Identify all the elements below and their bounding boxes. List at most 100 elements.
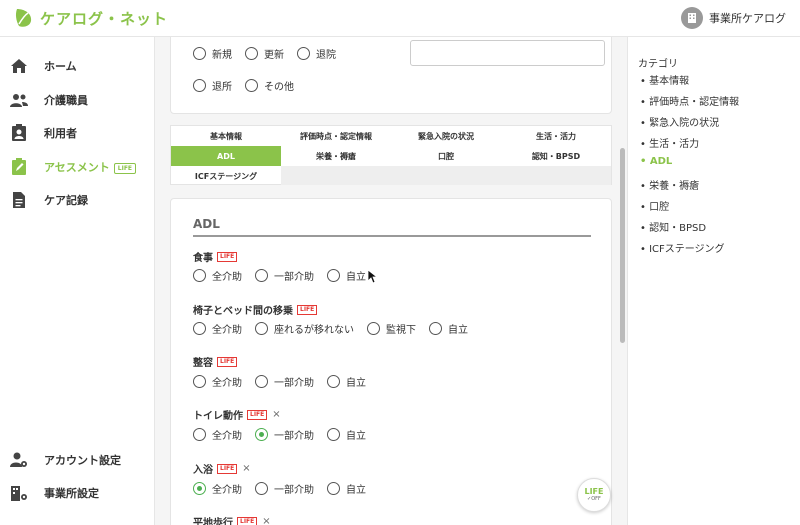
account-settings-icon [10, 452, 27, 467]
sidebar-item-account-settings[interactable]: アカウント設定 [0, 446, 155, 474]
tab-cognition[interactable]: 認知・BPSD [501, 146, 611, 166]
radio-circle[interactable] [327, 375, 340, 388]
reason-text-input[interactable] [410, 40, 605, 66]
radio-option[interactable]: 全介助 [193, 268, 242, 283]
radio-circle[interactable] [297, 47, 310, 60]
reason-radio-row-2: 退所 その他 [193, 78, 307, 93]
sidebar-item-care-records[interactable]: ケア記録 [0, 186, 155, 214]
clear-icon[interactable]: × [242, 463, 250, 474]
question-options: 全介助 一部介助 自立 [193, 374, 379, 389]
radio-circle[interactable] [193, 375, 206, 388]
sidebar-item-home[interactable]: ホーム [0, 52, 155, 80]
sidebar-item-office-settings[interactable]: 事業所設定 [0, 479, 155, 507]
tab-basic-info[interactable]: 基本情報 [171, 126, 281, 146]
radio-option[interactable]: 一部介助 [255, 427, 314, 442]
category-link[interactable]: • 口腔 [640, 198, 669, 213]
tab-evaluation[interactable]: 評価時点・認定情報 [281, 126, 391, 146]
radio-option[interactable]: 一部介助 [255, 374, 314, 389]
radio-option[interactable]: 全介助 [193, 481, 242, 496]
radio-option[interactable]: 自立 [327, 481, 366, 496]
radio-circle-selected[interactable] [255, 428, 268, 441]
radio-circle[interactable] [327, 269, 340, 282]
radio-option[interactable]: 全介助 [193, 321, 242, 336]
category-link[interactable]: • 評価時点・認定情報 [640, 93, 739, 108]
radio-option[interactable]: 監視下 [367, 321, 416, 336]
radio-option[interactable]: 一部介助 [255, 481, 314, 496]
question-label: 平地歩行 LIFE × [193, 516, 271, 525]
radio-circle[interactable] [255, 375, 268, 388]
building-icon [681, 7, 703, 29]
radio-option[interactable]: 全介助 [193, 374, 242, 389]
category-link[interactable]: • 栄養・褥瘡 [640, 177, 699, 192]
radio-option[interactable]: 自立 [327, 374, 366, 389]
question-label: トイレ動作 LIFE × [193, 409, 281, 422]
sidebar-item-label: アカウント設定 [44, 454, 121, 467]
question-options: 全介助 一部介助 自立 [193, 427, 379, 442]
radio-circle[interactable] [245, 79, 258, 92]
radio-circle[interactable] [367, 322, 380, 335]
sidebar-item-users[interactable]: 利用者 [0, 119, 155, 147]
brand-name: ケアログ・ネット [40, 9, 169, 28]
radio-option[interactable]: 全介助 [193, 427, 242, 442]
radio-option[interactable]: 退所 [193, 78, 232, 93]
adl-card: ADL 食事 LIFE 全介助 一部介助 自立 椅子とベッド間の移乗 LIFE 全介… [170, 198, 612, 525]
brand-logo[interactable]: ケアログ・ネット [14, 6, 168, 30]
tab-life-vitality[interactable]: 生活・活力 [501, 126, 611, 146]
radio-circle[interactable] [255, 269, 268, 282]
life-badge: LIFE [217, 251, 238, 262]
question-options: 全介助 一部介助 自立 [193, 481, 379, 496]
office-name: 事業所ケアログ [709, 12, 786, 25]
tab-icf-staging[interactable]: ICFステージング [171, 166, 281, 186]
radio-option[interactable]: 自立 [429, 321, 468, 336]
category-link-active[interactable]: • ADL [640, 156, 672, 167]
clear-icon[interactable]: × [262, 516, 270, 525]
life-toggle-button[interactable]: LIFE ✓OFF [577, 478, 611, 512]
office-settings-icon [11, 486, 27, 501]
radio-circle[interactable] [429, 322, 442, 335]
category-link[interactable]: • ICFステージング [640, 240, 725, 255]
radio-circle[interactable] [193, 428, 206, 441]
mouse-cursor-icon [368, 270, 378, 284]
reason-card: 新規 更新 退院 退所 その他 [170, 37, 612, 114]
radio-circle[interactable] [327, 482, 340, 495]
radio-circle[interactable] [255, 322, 268, 335]
radio-circle[interactable] [327, 428, 340, 441]
radio-circle[interactable] [193, 269, 206, 282]
radio-circle[interactable] [255, 482, 268, 495]
tab-adl[interactable]: ADL [171, 146, 281, 166]
life-badge: LIFE [297, 304, 318, 315]
life-badge: LIFE [237, 516, 258, 525]
tab-emergency[interactable]: 緊急入院の状況 [391, 126, 501, 146]
radio-option[interactable]: 退院 [297, 46, 336, 61]
radio-circle-selected[interactable] [193, 482, 206, 495]
reason-radio-row-1: 新規 更新 退院 [193, 46, 349, 61]
clear-icon[interactable]: × [272, 409, 280, 420]
radio-circle[interactable] [245, 47, 258, 60]
question-label: 食事 LIFE [193, 249, 238, 264]
radio-circle[interactable] [193, 47, 206, 60]
radio-option[interactable]: 自立 [327, 268, 366, 283]
question-label: 整容 LIFE [193, 354, 238, 369]
tab-nutrition[interactable]: 栄養・褥瘡 [281, 146, 391, 166]
section-title: ADL [193, 217, 220, 231]
main-scrollbar-thumb[interactable] [620, 148, 625, 343]
sidebar-item-assessment[interactable]: アセスメント LIFE [0, 153, 155, 181]
tab-oral[interactable]: 口腔 [391, 146, 501, 166]
category-link[interactable]: • 緊急入院の状況 [640, 114, 719, 129]
radio-option[interactable]: その他 [245, 78, 294, 93]
radio-option[interactable]: 一部介助 [255, 268, 314, 283]
category-link[interactable]: • 基本情報 [640, 72, 689, 87]
radio-option[interactable]: 座れるが移れない [255, 321, 354, 336]
radio-circle[interactable] [193, 322, 206, 335]
radio-option[interactable]: 新規 [193, 46, 232, 61]
sidebar-item-label: 利用者 [44, 127, 77, 140]
radio-circle[interactable] [193, 79, 206, 92]
radio-option[interactable]: 自立 [327, 427, 366, 442]
sidebar-item-staff[interactable]: 介護職員 [0, 86, 155, 114]
office-menu[interactable]: 事業所ケアログ [681, 7, 786, 29]
category-link[interactable]: • 認知・BPSD [640, 219, 706, 234]
life-badge: LIFE [113, 162, 137, 174]
category-link[interactable]: • 生活・活力 [640, 135, 699, 150]
assessment-icon [12, 158, 26, 175]
radio-option[interactable]: 更新 [245, 46, 284, 61]
